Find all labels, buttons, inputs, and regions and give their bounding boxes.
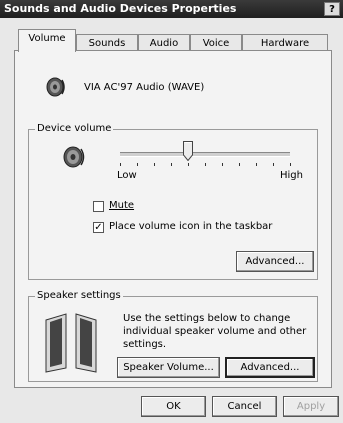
volume-slider-tick [120,163,121,166]
speaker-settings-label: Speaker settings [35,290,123,302]
volume-slider-tick [239,163,240,166]
volume-slider-tick [205,163,206,166]
volume-slider-tick [273,163,274,166]
volume-slider-tick [222,163,223,166]
tab-volume[interactable]: Volume [18,29,76,52]
volume-slider-thumb[interactable] [183,141,193,162]
properties-window: Sounds and Audio Devices Properties ? Vo… [0,0,343,423]
speaker-settings-description: Use the settings below to change individ… [123,313,307,350]
volume-slider-tick [137,163,138,166]
speaker-volume-button[interactable]: Speaker Volume... [117,357,220,378]
volume-slider-tick [290,163,291,166]
volume-slider-tick [154,163,155,166]
volume-slider-track[interactable] [120,152,290,157]
device-advanced-button[interactable]: Advanced... [236,251,314,272]
window-title: Sounds and Audio Devices Properties [4,2,237,15]
device-volume-label: Device volume [35,123,114,135]
speaker-icon [45,76,67,98]
volume-slider-tick [256,163,257,166]
taskbar-icon-checkbox[interactable]: ✓ [93,222,104,233]
volume-high-label: High [280,170,303,181]
mute-label-text: Mute [109,200,135,211]
apply-button[interactable]: Apply [283,396,339,417]
help-button[interactable]: ? [324,2,340,16]
cancel-button[interactable]: Cancel [212,396,277,417]
speakers-icon [38,312,104,374]
speaker-advanced-button[interactable]: Advanced... [225,357,315,378]
device-volume-icon [62,145,88,169]
taskbar-icon-label[interactable]: Place volume icon in the taskbar [109,221,272,233]
volume-slider-tick [171,163,172,166]
volume-low-label: Low [117,170,137,181]
device-name: VIA AC'97 Audio (WAVE) [84,82,205,93]
volume-slider-tick [188,163,189,166]
mute-label[interactable]: Mute [109,200,134,212]
ok-button[interactable]: OK [141,396,206,417]
mute-checkbox[interactable] [93,201,104,212]
title-bar: Sounds and Audio Devices Properties ? [0,0,343,18]
